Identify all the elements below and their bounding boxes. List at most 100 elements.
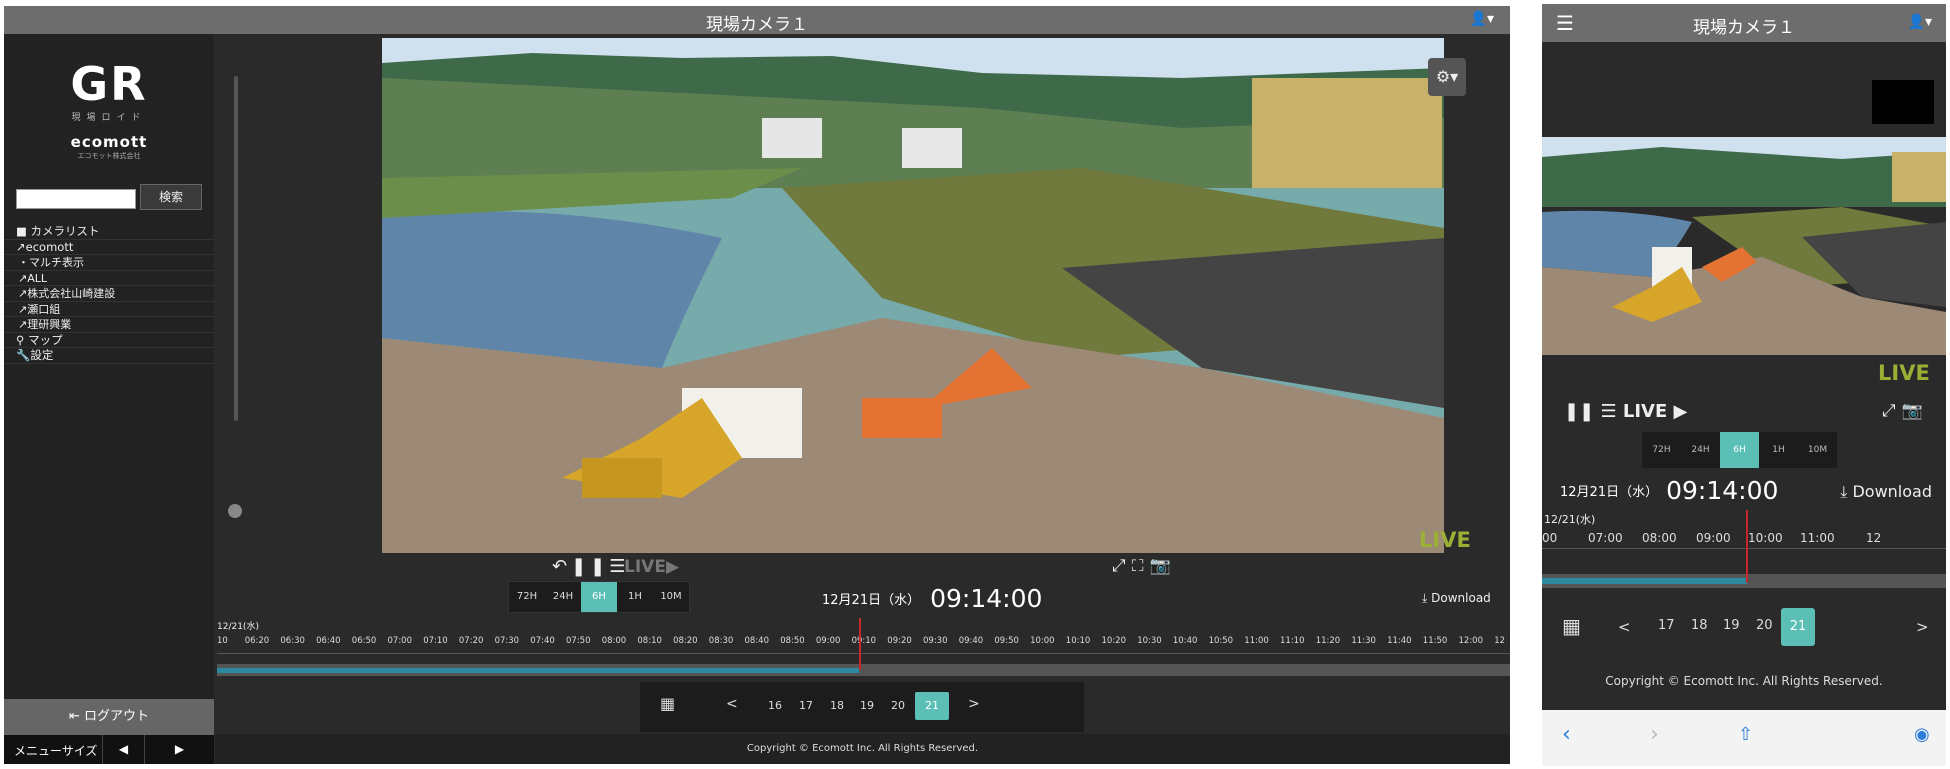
timeline-tick: 10:00 [1030, 636, 1055, 646]
live-button[interactable]: LIVE▶ [624, 557, 679, 577]
fullscreen-icon[interactable]: ⤢ [1112, 556, 1132, 576]
sidebar-item-multi[interactable]: ・マルチ表示 [4, 255, 214, 271]
expand-menu-button[interactable]: ▶ [144, 735, 214, 764]
calendar-day[interactable]: 16 [768, 699, 782, 712]
menu-size-control: メニューサイズ ◀ ▶ [4, 735, 214, 764]
rewind-icon[interactable]: ↶ [552, 556, 571, 577]
sidebar-item-settings[interactable]: 🔧設定 [4, 348, 214, 364]
sidebar-item-label: マルチ表示 [29, 256, 84, 269]
camera-snapshot-icon[interactable]: 📷 [1150, 556, 1177, 576]
logout-icon: ⇤ [68, 709, 80, 724]
calendar-day[interactable]: 19 [860, 699, 874, 712]
list-icon[interactable]: ☰ [1600, 401, 1616, 422]
mobile-title-bar: ☰ 現場カメラ１ 👤▾ [1542, 4, 1946, 42]
range-72h[interactable]: 72H [509, 582, 545, 612]
compass-icon[interactable]: ◉ [1914, 724, 1930, 745]
logo-main: GR [70, 57, 148, 111]
user-menu-icon[interactable]: 👤▾ [1470, 11, 1494, 27]
range-6h[interactable]: 6H [1720, 432, 1759, 468]
sidebar-item-all[interactable]: ↗ALL [4, 271, 214, 286]
mobile-copyright: Copyright © Ecomott Inc. All Rights Rese… [1605, 674, 1883, 688]
mobile-timeline-ruler[interactable]: :00 07:00 08:00 09:00 10:00 11:00 12 [1542, 527, 1946, 549]
logout-label: ログアウト [84, 709, 150, 724]
camera-snapshot-icon[interactable]: 📷 [1902, 401, 1929, 421]
expand-icon[interactable]: ⛶ [1132, 556, 1150, 576]
timeline-tick: 10:00 [1748, 531, 1783, 545]
range-10m[interactable]: 10M [653, 582, 689, 612]
timeline-tick: 06:40 [316, 636, 341, 646]
pause-icon[interactable]: ❚❚ [1564, 401, 1594, 422]
timeline-tick: 07:00 [1588, 531, 1623, 545]
mobile-live-indicator: LIVE [1878, 361, 1930, 385]
sidebar-item-seguchi[interactable]: ↗瀬口組 [4, 302, 214, 317]
sidebar-item-label: マップ [28, 332, 63, 347]
folder-icon: ↗ [16, 239, 26, 254]
timeline-tick: 10:40 [1172, 636, 1198, 646]
sidebar-item-ecomott[interactable]: ↗ecomott [4, 239, 214, 255]
sidebar-item-yamazaki[interactable]: ↗株式会社山崎建設 [4, 286, 214, 302]
search-input[interactable] [16, 189, 136, 209]
camera-scene [382, 38, 1444, 553]
range-10m[interactable]: 10M [1798, 432, 1837, 468]
mobile-live-button[interactable]: LIVE ▶ [1623, 401, 1688, 422]
mobile-download-button[interactable]: ⤓ Download [1840, 482, 1932, 502]
timeline-cursor[interactable] [859, 618, 861, 670]
calendar-next-button[interactable]: > [1916, 618, 1929, 636]
page-title: 現場カメラ１ [706, 15, 808, 35]
timeline-ruler[interactable]: 10 06:20 06:30 06:40 06:50 07:00 07:10 07:20 07:… [217, 634, 1510, 654]
sidebar-item-map[interactable]: ⚲ マップ [4, 332, 214, 348]
mobile-timeline-track[interactable] [1542, 574, 1946, 588]
calendar-day[interactable]: 20 [891, 699, 905, 712]
range-1h[interactable]: 1H [617, 582, 653, 612]
current-datetime: 12月21日（水） 09:14:00 [822, 584, 1042, 613]
calendar-day[interactable]: 18 [1691, 618, 1708, 633]
calendar-prev-button[interactable]: < [1618, 618, 1631, 636]
sidebar-item-label: ecomott [25, 239, 74, 254]
mobile-current-date: 12月21日（水） [1560, 485, 1659, 500]
logout-button[interactable]: ⇤ ログアウト [4, 699, 214, 735]
mobile-timeline-date: 12/21(水) [1544, 513, 1596, 526]
calendar-icon[interactable]: ▦ [1562, 614, 1581, 638]
download-button[interactable]: ⤓ Download [1422, 591, 1491, 606]
search-button[interactable]: 検索 [140, 184, 202, 210]
fullscreen-icon[interactable]: ⤢ [1882, 401, 1902, 421]
timeline-tick: 12 [1866, 531, 1882, 545]
range-6h[interactable]: 6H [581, 582, 617, 612]
range-24h[interactable]: 24H [545, 582, 581, 612]
calendar-day[interactable]: 19 [1723, 618, 1740, 633]
mobile-timeline-recorded-range [1542, 578, 1748, 584]
timeline-tick: 10:20 [1101, 636, 1127, 646]
calendar-icon[interactable]: ▦ [660, 694, 675, 713]
mobile-timeline-cursor[interactable] [1746, 510, 1748, 583]
zoom-slider-handle[interactable] [228, 504, 242, 518]
calendar-day-selected[interactable]: 21 [1781, 608, 1815, 646]
zoom-slider-track[interactable] [234, 76, 238, 421]
timeline-tick: 10 [217, 636, 228, 646]
pause-icon[interactable]: ❚❚ [571, 556, 609, 577]
range-24h[interactable]: 24H [1681, 432, 1720, 468]
calendar-day[interactable]: 17 [799, 699, 813, 712]
calendar-next-button[interactable]: > [968, 696, 980, 712]
calendar-day[interactable]: 18 [830, 699, 844, 712]
timeline-track[interactable] [217, 664, 1510, 676]
calendar-day[interactable]: 20 [1756, 618, 1773, 633]
calendar-prev-button[interactable]: < [726, 696, 738, 712]
logo-sub: 現場ロイド [71, 113, 147, 123]
range-1h[interactable]: 1H [1759, 432, 1798, 468]
browser-back-icon[interactable]: ‹ [1562, 722, 1571, 747]
timeline-tick: 10:10 [1065, 636, 1091, 646]
settings-gear-button[interactable]: ⚙▾ [1428, 58, 1466, 96]
sidebar-item-riken[interactable]: ↗理研興業 [4, 317, 214, 333]
sidebar-item-label: 理研興業 [27, 318, 72, 331]
timeline-tick: 09:40 [958, 636, 984, 646]
browser-forward-icon[interactable]: › [1650, 722, 1659, 747]
folder-icon: ↗ [18, 302, 28, 316]
view-tools: ⤢⛶📷 [1112, 556, 1177, 576]
calendar-day[interactable]: 17 [1658, 618, 1675, 633]
user-menu-icon[interactable]: 👤▾ [1908, 14, 1932, 30]
range-72h[interactable]: 72H [1642, 432, 1681, 468]
shrink-menu-button[interactable]: ◀ [102, 735, 144, 764]
sidebar-item-camera-list[interactable]: ■ カメラリスト [4, 224, 214, 240]
calendar-day-selected[interactable]: 21 [915, 692, 949, 720]
share-icon[interactable]: ⇧ [1738, 724, 1753, 745]
